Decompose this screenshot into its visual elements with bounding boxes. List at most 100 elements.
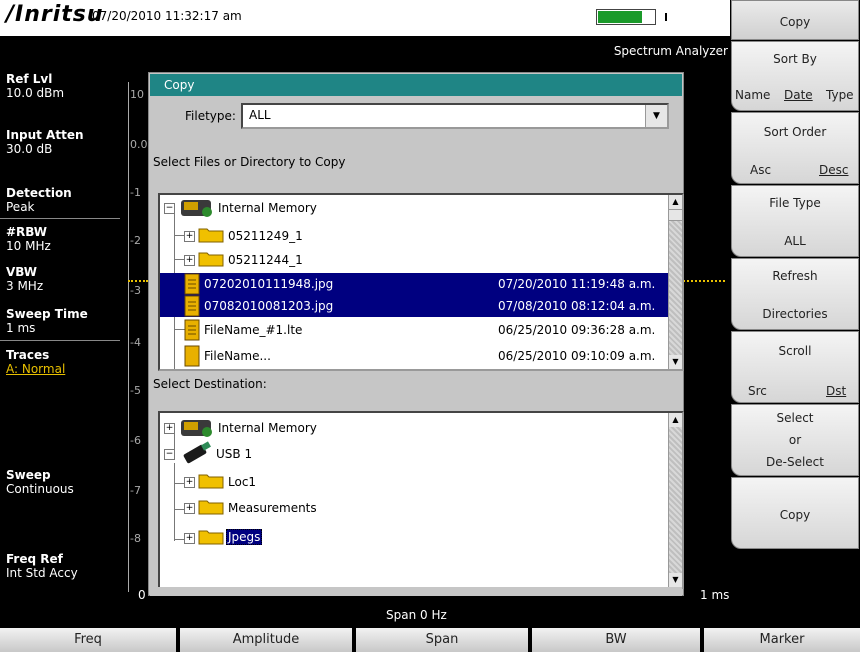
battery-tip <box>665 13 667 21</box>
filetype-value: ALL <box>249 108 271 122</box>
tree-item-folder[interactable]: + Measurements <box>160 497 670 519</box>
traces-value: A: Normal <box>6 362 66 376</box>
file-type-button[interactable]: File Type ALL <box>731 185 859 257</box>
expand-icon[interactable]: + <box>184 503 195 514</box>
sort-order-desc: Desc <box>819 163 849 177</box>
tree-item-label: 05211244_1 <box>228 253 303 267</box>
refresh-label: Refresh <box>772 269 818 283</box>
expand-icon[interactable]: + <box>184 255 195 266</box>
traces-param: Traces A: Normal <box>6 348 65 376</box>
tree-item-folder-selected[interactable]: + Jpegs <box>160 527 670 549</box>
source-label: Select Files or Directory to Copy <box>153 155 346 169</box>
collapse-icon[interactable]: − <box>164 449 175 460</box>
battery-indicator <box>596 9 656 25</box>
expand-icon[interactable]: + <box>184 533 195 544</box>
sort-by-name: Name <box>735 88 771 102</box>
span-label: Span 0 Hz <box>386 608 447 622</box>
source-scrollbar[interactable]: ▲ ▼ <box>668 195 682 369</box>
sort-order-button[interactable]: Sort Order Asc Desc <box>731 112 859 184</box>
sweep-time-title: Sweep Time <box>6 307 88 321</box>
tree-item-folder[interactable]: + 05211249_1 <box>160 225 670 247</box>
date-time: 07/20/2010 11:32:17 am <box>92 9 242 23</box>
scroll-up-icon[interactable]: ▲ <box>669 195 682 209</box>
tree-item-folder[interactable]: + Loc1 <box>160 471 670 493</box>
destination-folder-tree[interactable]: + Internal Memory − USB 1 + Loc1 + Measu… <box>158 411 684 589</box>
brand-logo: /Inritsu <box>6 2 104 27</box>
or-label: or <box>788 433 802 447</box>
grid-label: -2 <box>130 234 141 247</box>
scroll-down-icon[interactable]: ▼ <box>669 573 682 587</box>
folder-icon <box>198 500 224 515</box>
expand-icon[interactable]: + <box>184 231 195 242</box>
sort-order-asc: Asc <box>750 163 772 177</box>
file-date: 07/08/2010 08:12:04 a.m. <box>498 299 656 313</box>
bw-key[interactable]: BW <box>528 628 700 652</box>
grid-label: -3 <box>130 284 141 297</box>
tree-item-folder[interactable]: + 05211244_1 <box>160 249 670 271</box>
sweep-value: Continuous <box>6 482 74 496</box>
folder-icon <box>198 530 224 545</box>
scroll-button[interactable]: Scroll Src Dst <box>731 331 859 403</box>
trace-segment <box>128 268 148 282</box>
traces-title: Traces <box>6 348 50 362</box>
status-header: /Inritsu 07/20/2010 11:32:17 am <box>0 0 730 36</box>
grid-label: -6 <box>130 434 141 447</box>
destination-label: Select Destination: <box>153 377 267 391</box>
freq-key[interactable]: Freq <box>0 628 176 652</box>
span-key[interactable]: Span <box>352 628 528 652</box>
scroll-title: Scroll <box>778 344 812 358</box>
amplitude-key[interactable]: Amplitude <box>176 628 352 652</box>
x-axis-end: 1 ms <box>700 588 730 602</box>
select-deselect-button[interactable]: Select or De-Select <box>731 404 859 476</box>
copy-dialog: Copy Filetype: ALL ▼ Select Files or Dir… <box>148 72 684 596</box>
marker-key[interactable]: Marker <box>700 628 860 652</box>
file-type-title: File Type <box>769 196 821 210</box>
rbw-value: 10 MHz <box>6 239 51 253</box>
copy-button[interactable]: Copy <box>731 477 859 549</box>
scroll-down-icon[interactable]: ▼ <box>669 355 682 369</box>
tree-item-file-selected[interactable]: 07202010111948.jpg 07/20/2010 11:19:48 a… <box>160 273 670 295</box>
tree-item-file-selected[interactable]: 07082010081203.jpg 07/08/2010 08:12:04 a… <box>160 295 670 317</box>
sort-by-button[interactable]: Sort By Name Date Type <box>731 41 859 111</box>
ref-lvl-param: Ref Lvl 10.0 dBm <box>6 72 64 100</box>
expand-icon[interactable]: + <box>164 423 175 434</box>
detection-param: Detection Peak <box>6 186 72 214</box>
dropdown-arrow-icon[interactable]: ▼ <box>645 105 667 127</box>
tree-item-file[interactable]: FileName... 06/25/2010 09:10:09 a.m. <box>160 345 670 367</box>
document-icon <box>184 273 200 295</box>
file-date: 06/25/2010 09:10:09 a.m. <box>498 349 656 363</box>
scroll-thumb[interactable] <box>669 209 682 221</box>
scroll-dst: Dst <box>826 384 847 398</box>
filetype-label: Filetype: <box>185 109 236 123</box>
scroll-src: Src <box>748 384 767 398</box>
source-file-tree[interactable]: − Internal Memory + 05211249_1 + 0521124… <box>158 193 684 371</box>
grid-label: -4 <box>130 336 141 349</box>
menu-title-label: Copy <box>779 15 811 29</box>
refresh-directories-button[interactable]: Refresh Directories <box>731 258 859 330</box>
tree-item-usb[interactable]: − USB 1 <box>160 441 670 465</box>
expand-icon[interactable]: + <box>184 477 195 488</box>
document-icon <box>184 295 200 317</box>
file-name: 07202010111948.jpg <box>204 277 334 291</box>
rbw-param: #RBW 10 MHz <box>6 225 51 253</box>
sort-by-type: Type <box>826 88 854 102</box>
deselect-label: De-Select <box>766 455 824 469</box>
rbw-title: #RBW <box>6 225 48 239</box>
tree-item-file[interactable]: FileName_#1.lte 06/25/2010 09:36:28 a.m. <box>160 319 670 341</box>
detection-title: Detection <box>6 186 72 200</box>
sort-by-title: Sort By <box>773 52 817 66</box>
tree-item-internal-memory[interactable]: − Internal Memory <box>160 197 670 219</box>
tree-item-label: Internal Memory <box>218 201 317 215</box>
sweep-time-param: Sweep Time 1 ms <box>6 307 88 335</box>
tree-item-label: Measurements <box>228 501 317 515</box>
freq-ref-value: Int Std Accy <box>6 566 78 580</box>
mode-label: Spectrum Analyzer <box>613 44 728 58</box>
destination-scrollbar[interactable]: ▲ ▼ <box>668 413 682 587</box>
select-label: Select <box>776 411 814 425</box>
tree-item-internal-memory[interactable]: + Internal Memory <box>160 417 670 439</box>
scroll-up-icon[interactable]: ▲ <box>669 413 682 427</box>
filetype-select[interactable]: ALL ▼ <box>241 103 669 129</box>
collapse-icon[interactable]: − <box>164 203 175 214</box>
input-atten-value: 30.0 dB <box>6 142 53 156</box>
file-date: 07/20/2010 11:19:48 a.m. <box>498 277 656 291</box>
